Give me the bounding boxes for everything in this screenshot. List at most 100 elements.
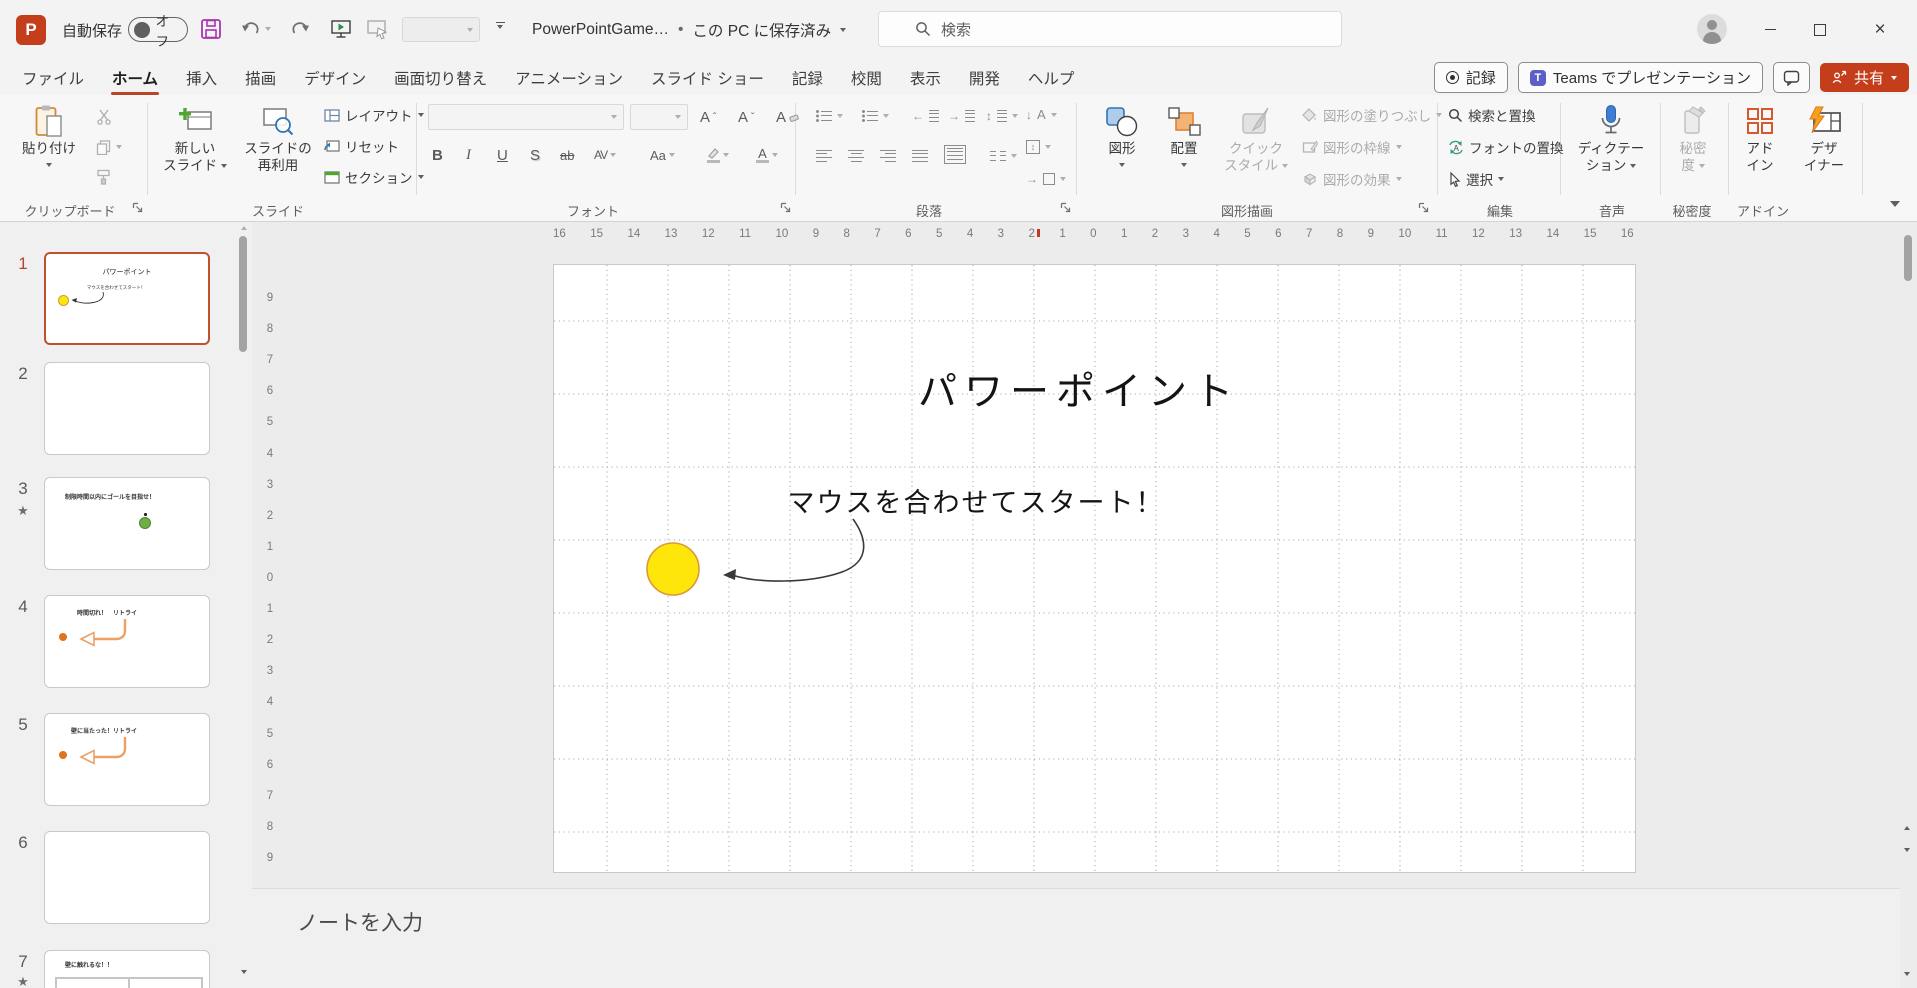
layout-button[interactable]: レイアウト: [324, 103, 424, 127]
cut-button[interactable]: [96, 105, 112, 129]
find-replace-button[interactable]: 検索と置換: [1448, 103, 1536, 127]
paste-button[interactable]: 貼り付け: [14, 101, 84, 167]
panel-scroll-up-icon[interactable]: [241, 226, 247, 230]
dictate-button[interactable]: ディクテー ション: [1570, 101, 1652, 174]
text-shadow-button[interactable]: S: [530, 142, 540, 168]
shape-outline-button[interactable]: 図形の枠線: [1302, 135, 1402, 159]
tab-developer[interactable]: 開発: [955, 59, 1014, 97]
format-painter-button[interactable]: [96, 165, 111, 189]
tab-draw[interactable]: 描画: [231, 59, 290, 97]
scroll-down-button[interactable]: [1897, 964, 1917, 984]
quick-access-combo[interactable]: [402, 17, 480, 42]
bold-button[interactable]: B: [432, 142, 443, 168]
tab-design[interactable]: デザイン: [290, 59, 380, 97]
tab-transitions[interactable]: 画面切り替え: [380, 59, 501, 97]
minimize-button[interactable]: [1745, 0, 1795, 59]
new-slide-button[interactable]: 新しい スライド: [156, 101, 234, 174]
slide-title[interactable]: パワーポイント: [918, 361, 1240, 417]
document-title[interactable]: PowerPointGame… • この PC に保存済み: [532, 19, 847, 41]
slide-canvas[interactable]: パワーポイント マウスを合わせてスタート！: [553, 264, 1636, 873]
paragraph-dialog-launcher[interactable]: [1060, 200, 1071, 216]
replace-fonts-button[interactable]: A フォントの置換: [1448, 135, 1564, 159]
shape-fill-button[interactable]: 図形の塗りつぶし: [1302, 103, 1443, 127]
highlight-button[interactable]: [706, 142, 729, 168]
align-left-button[interactable]: [816, 144, 832, 168]
convert-smartart-button[interactable]: →: [1026, 167, 1066, 191]
drawing-dialog-launcher[interactable]: [1418, 200, 1429, 216]
notes-pane[interactable]: ノートを入力: [252, 888, 1900, 988]
search-box[interactable]: 検索: [878, 11, 1342, 47]
record-button[interactable]: 記録: [1433, 62, 1508, 93]
shapes-button[interactable]: 図形: [1094, 101, 1150, 167]
collapse-ribbon-button[interactable]: [1884, 195, 1906, 213]
close-button[interactable]: ×: [1855, 0, 1905, 59]
grow-font-button[interactable]: Aˆ: [700, 104, 716, 130]
arrange-button[interactable]: 配置: [1156, 101, 1212, 167]
title-dropdown-icon[interactable]: [840, 28, 847, 32]
teams-present-button[interactable]: T Teams でプレゼンテーション: [1517, 62, 1763, 93]
font-size-combo[interactable]: [630, 104, 688, 130]
character-spacing-button[interactable]: AV: [594, 142, 617, 168]
distribute-button[interactable]: [944, 142, 966, 166]
clear-formatting-button[interactable]: A: [776, 104, 799, 130]
canvas-scrollbar[interactable]: [1904, 235, 1912, 281]
font-color-button[interactable]: A: [756, 142, 778, 168]
slide-thumbnail-7[interactable]: 壁に触れるな！！: [44, 950, 210, 988]
columns-button[interactable]: [990, 144, 1017, 168]
quick-access-overflow-button[interactable]: [494, 22, 506, 29]
undo-button[interactable]: [240, 19, 271, 39]
reset-button[interactable]: リセット: [324, 134, 399, 158]
slide-thumbnail-4[interactable]: 時間切れ！ リトライ: [44, 595, 210, 688]
powerpoint-logo-icon[interactable]: P: [16, 15, 46, 45]
numbering-button[interactable]: [862, 104, 889, 128]
tab-help[interactable]: ヘルプ: [1014, 59, 1089, 97]
increase-indent-button[interactable]: →: [948, 104, 975, 128]
clipboard-dialog-launcher[interactable]: [132, 200, 143, 216]
strikethrough-button[interactable]: ab: [560, 142, 574, 168]
addins-button[interactable]: アド イン: [1732, 101, 1788, 174]
shrink-font-button[interactable]: Aˇ: [738, 104, 754, 130]
next-slide-button[interactable]: [1897, 840, 1917, 860]
slide-subtitle[interactable]: マウスを合わせてスタート！: [788, 481, 1165, 520]
previous-slide-button[interactable]: [1897, 818, 1917, 838]
thumbnails-scrollbar[interactable]: [239, 236, 247, 352]
slide-thumbnail-1[interactable]: パワーポイント マウスを合わせてスタート！: [44, 252, 210, 345]
decrease-indent-button[interactable]: ←: [912, 104, 939, 128]
designer-button[interactable]: デザ イナー: [1792, 101, 1856, 174]
slide-thumbnail-3[interactable]: 制限時間以内にゴールを目指せ！: [44, 477, 210, 570]
underline-button[interactable]: U: [497, 142, 508, 168]
slide-thumbnail-2[interactable]: [44, 362, 210, 455]
reuse-slides-button[interactable]: スライドの 再利用: [238, 101, 318, 174]
share-button[interactable]: 共有: [1819, 63, 1909, 92]
slide-thumbnail-6[interactable]: [44, 831, 210, 924]
text-direction-button[interactable]: ↓ A: [1026, 103, 1057, 127]
panel-scroll-down-icon[interactable]: [241, 970, 247, 974]
undo-dropdown-icon[interactable]: [265, 27, 271, 31]
section-button[interactable]: セクション: [324, 165, 424, 189]
redo-button[interactable]: [290, 19, 311, 42]
tab-slideshow[interactable]: スライド ショー: [637, 59, 778, 97]
tab-insert[interactable]: 挿入: [172, 59, 231, 97]
quick-styles-button[interactable]: クイック スタイル: [1218, 101, 1294, 174]
tab-file[interactable]: ファイル: [8, 59, 98, 97]
line-spacing-button[interactable]: ↕: [986, 104, 1018, 128]
font-name-combo[interactable]: [428, 104, 624, 130]
autosave-toggle[interactable]: オフ: [128, 14, 188, 49]
tab-record[interactable]: 記録: [778, 59, 837, 97]
start-slideshow-button[interactable]: [330, 18, 352, 43]
bullets-button[interactable]: [816, 104, 843, 128]
presenter-mode-button[interactable]: [366, 18, 388, 43]
comments-button[interactable]: [1772, 62, 1810, 93]
maximize-button[interactable]: [1795, 0, 1845, 59]
align-text-button[interactable]: ↕: [1026, 135, 1051, 159]
sensitivity-button[interactable]: 秘密 度: [1662, 101, 1724, 174]
tab-review[interactable]: 校閲: [837, 59, 896, 97]
tab-animations[interactable]: アニメーション: [501, 59, 637, 97]
account-avatar[interactable]: [1697, 14, 1727, 44]
shape-effects-button[interactable]: 図形の効果: [1302, 167, 1402, 191]
align-right-button[interactable]: [880, 144, 896, 168]
font-dialog-launcher[interactable]: [780, 200, 791, 216]
align-center-button[interactable]: [848, 144, 864, 168]
tab-view[interactable]: 表示: [896, 59, 955, 97]
justify-button[interactable]: [912, 144, 928, 168]
